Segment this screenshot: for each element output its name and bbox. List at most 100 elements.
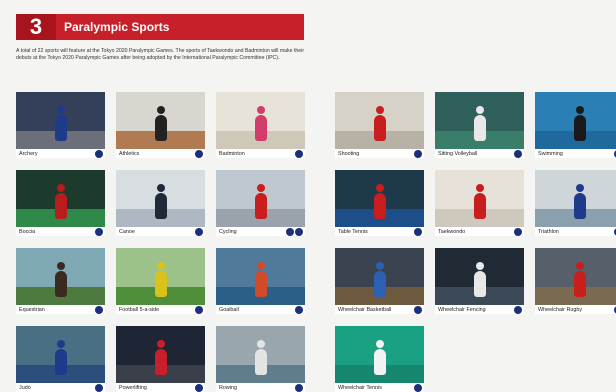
athlete-figure: [473, 184, 486, 219]
athlete-figure: [254, 340, 267, 375]
sport-photo: [16, 92, 105, 149]
sport-label: Rowing: [219, 384, 237, 391]
section-number: 3: [16, 14, 56, 40]
sport-label: Sitting Volleyball: [438, 150, 478, 157]
sport-caption: Wheelchair Basketball: [335, 305, 424, 314]
sport-photo: [435, 170, 524, 227]
sport-label: Wheelchair Fencing: [438, 306, 486, 313]
sport-photo: [335, 326, 424, 383]
sport-photo: [116, 92, 205, 149]
sport-photo: [116, 326, 205, 383]
athlete-figure: [54, 184, 67, 219]
sport-label: Wheelchair Basketball: [338, 306, 392, 313]
sport-label: Wheelchair Tennis: [338, 384, 382, 391]
sports-grid-left: Archery Athletics Badminton Boccia Canoe Cycl…: [16, 92, 305, 392]
sport-caption: Triathlon: [535, 227, 616, 236]
sport-caption: Table Tennis: [335, 227, 424, 236]
sport-photo: [335, 92, 424, 149]
athlete-figure: [54, 262, 67, 297]
sport-photo: [116, 248, 205, 305]
sport-pictogram-icon: [295, 227, 303, 236]
sport-caption: Sitting Volleyball: [435, 149, 524, 158]
sport-label: Swimming: [538, 150, 563, 157]
athlete-figure: [154, 184, 167, 219]
sport-label: Triathlon: [538, 228, 559, 235]
sport-pictogram-icon: [414, 149, 422, 158]
athlete-figure: [254, 106, 267, 141]
sport-label: Goalball: [219, 306, 239, 313]
athlete-figure: [373, 262, 386, 297]
sport-card-powerlifting: Powerlifting: [116, 326, 205, 392]
sport-card-football-5-a-side: Football 5-a-side: [116, 248, 205, 314]
sport-label: Powerlifting: [119, 384, 147, 391]
sport-photo: [216, 92, 305, 149]
pictogram-pair: [286, 227, 303, 236]
athlete-figure: [54, 340, 67, 375]
sport-photo: [435, 92, 524, 149]
sport-pictogram-icon: [414, 383, 422, 392]
sport-card-rowing: Rowing: [216, 326, 305, 392]
sport-caption: Judo: [16, 383, 105, 392]
sport-caption: Equestrian: [16, 305, 105, 314]
sport-card-archery: Archery: [16, 92, 105, 158]
sport-photo: [16, 170, 105, 227]
sport-pictogram-icon: [195, 383, 203, 392]
athlete-figure: [473, 106, 486, 141]
sport-caption: Wheelchair Fencing: [435, 305, 524, 314]
sport-card-taekwondo: Taekwondo: [435, 170, 524, 236]
sport-card-equestrian: Equestrian: [16, 248, 105, 314]
athlete-figure: [154, 340, 167, 375]
athlete-figure: [573, 106, 586, 141]
sport-card-table-tennis: Table Tennis: [335, 170, 424, 236]
sport-photo: [535, 248, 616, 305]
sport-caption: Taekwondo: [435, 227, 524, 236]
sport-label: Shooting: [338, 150, 360, 157]
sport-caption: Athletics: [116, 149, 205, 158]
sport-photo: [435, 248, 524, 305]
sport-caption: Archery: [16, 149, 105, 158]
sport-card-wheelchair-fencing: Wheelchair Fencing: [435, 248, 524, 314]
sport-caption: Rowing: [216, 383, 305, 392]
sport-pictogram-icon: [195, 227, 203, 236]
sport-caption: Wheelchair Tennis: [335, 383, 424, 392]
sport-pictogram-icon: [514, 149, 522, 158]
sport-pictogram-icon: [195, 305, 203, 314]
sport-pictogram-icon: [295, 383, 303, 392]
section-header: 3 Paralympic Sports: [16, 14, 304, 40]
athlete-figure: [154, 262, 167, 297]
sport-pictogram-icon: [414, 227, 422, 236]
sport-label: Taekwondo: [438, 228, 466, 235]
sport-photo: [16, 248, 105, 305]
sport-label: Wheelchair Rugby: [538, 306, 583, 313]
sport-caption: Boccia: [16, 227, 105, 236]
sport-caption: Canoe: [116, 227, 205, 236]
athlete-figure: [373, 340, 386, 375]
sport-card-badminton: Badminton: [216, 92, 305, 158]
sport-photo: [535, 170, 616, 227]
sport-card-wheelchair-rugby: Wheelchair Rugby: [535, 248, 616, 314]
sport-pictogram-icon: [514, 227, 522, 236]
sport-caption: Goalball: [216, 305, 305, 314]
sport-card-athletics: Athletics: [116, 92, 205, 158]
sport-label: Cycling: [219, 228, 237, 235]
sport-label: Archery: [19, 150, 38, 157]
sport-card-canoe: Canoe: [116, 170, 205, 236]
sport-label: Boccia: [19, 228, 36, 235]
sport-photo: [535, 92, 616, 149]
sport-caption: Powerlifting: [116, 383, 205, 392]
section-title: Paralympic Sports: [64, 20, 170, 34]
athlete-figure: [373, 106, 386, 141]
athlete-figure: [373, 184, 386, 219]
sport-label: Judo: [19, 384, 31, 391]
sport-label: Equestrian: [19, 306, 45, 313]
sport-caption: Cycling: [216, 227, 305, 236]
sport-pictogram-icon: [514, 305, 522, 314]
athlete-figure: [573, 262, 586, 297]
sport-card-shooting: Shooting: [335, 92, 424, 158]
athlete-figure: [254, 262, 267, 297]
sport-pictogram-icon: [414, 305, 422, 314]
athlete-figure: [573, 184, 586, 219]
sport-pictogram-icon: [95, 383, 103, 392]
sport-pictogram-icon: [95, 305, 103, 314]
sport-card-cycling: Cycling: [216, 170, 305, 236]
